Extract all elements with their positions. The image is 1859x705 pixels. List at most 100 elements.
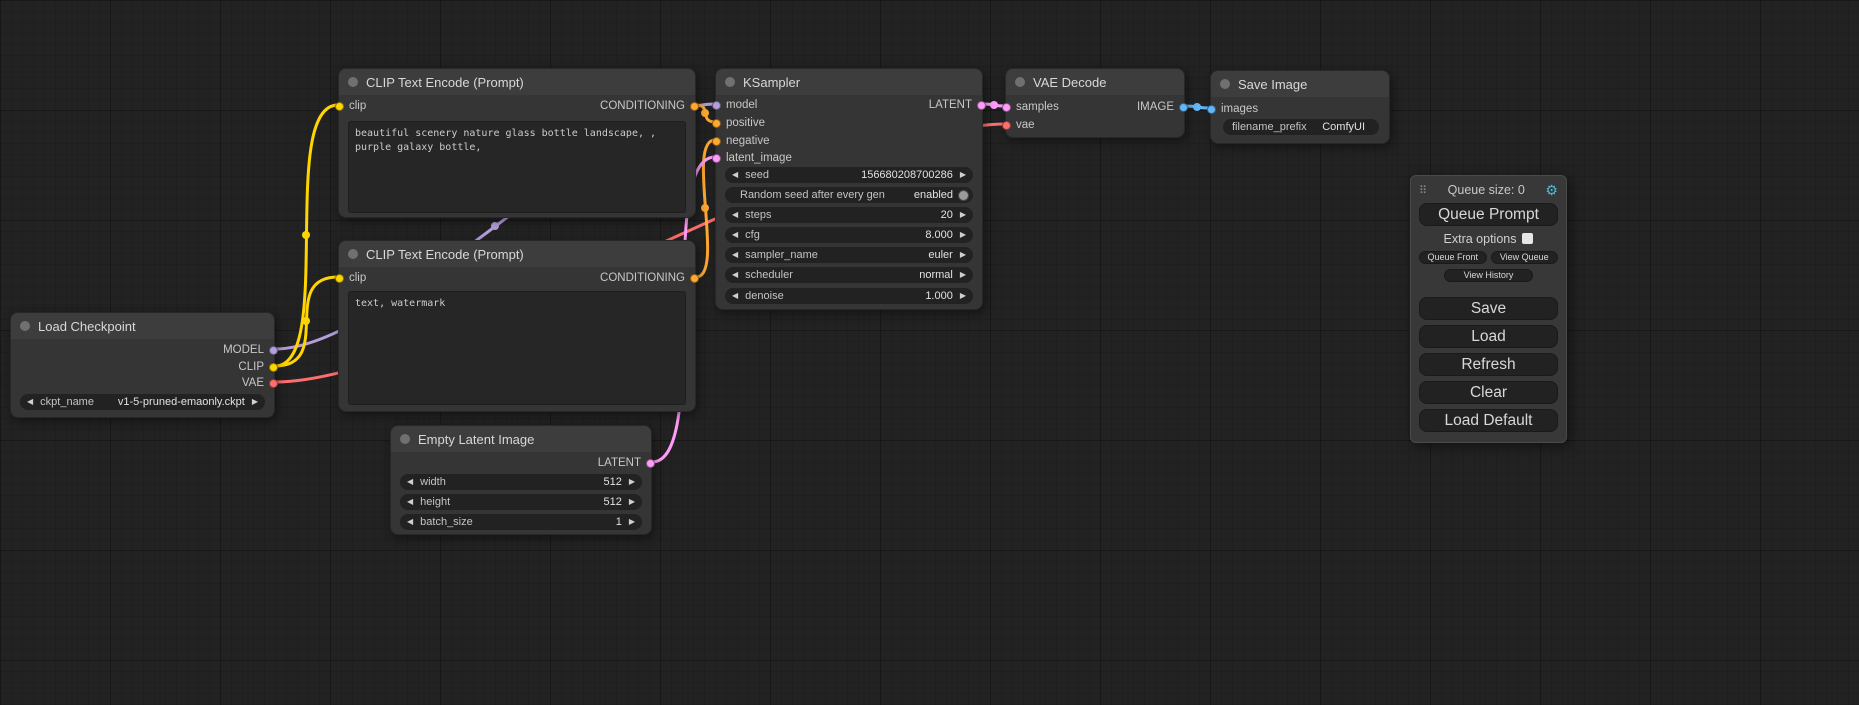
clip-port-icon[interactable] [335, 102, 344, 111]
output-slot-clip[interactable]: CLIP [238, 360, 278, 374]
widget-steps[interactable]: ◀ steps 20 ▶ [725, 207, 973, 223]
prompt-text-input[interactable]: text, watermark [348, 291, 686, 405]
output-slot-model[interactable]: MODEL [223, 343, 278, 357]
node-empty-latent-image[interactable]: Empty Latent Image LATENT ◀ width 512 ▶ … [390, 425, 652, 535]
view-history-button[interactable]: View History [1444, 269, 1533, 282]
settings-gear-icon[interactable]: ⚙ [1545, 182, 1558, 199]
increment-arrow-icon[interactable]: ▶ [960, 211, 966, 219]
input-slot-negative[interactable]: negative [712, 134, 769, 148]
increment-arrow-icon[interactable]: ▶ [629, 498, 635, 506]
decrement-arrow-icon[interactable]: ◀ [407, 498, 413, 506]
node-ksampler[interactable]: KSampler model positive negative latent_… [715, 68, 983, 310]
clip-port-icon[interactable] [269, 363, 278, 372]
increment-arrow-icon[interactable]: ▶ [960, 231, 966, 239]
increment-arrow-icon[interactable]: ▶ [629, 478, 635, 486]
node-title-bar[interactable]: KSampler [716, 69, 982, 95]
widget-batch-size[interactable]: ◀ batch_size 1 ▶ [400, 514, 642, 530]
output-slot-latent[interactable]: LATENT [929, 98, 986, 112]
node-clip-text-encode-positive[interactable]: CLIP Text Encode (Prompt) clip CONDITION… [338, 68, 696, 218]
load-default-button[interactable]: Load Default [1419, 409, 1558, 432]
collapse-dot-icon[interactable] [400, 434, 410, 444]
input-slot-vae[interactable]: vae [1002, 118, 1035, 132]
widget-cfg[interactable]: ◀ cfg 8.000 ▶ [725, 227, 973, 243]
decrement-arrow-icon[interactable]: ◀ [732, 292, 738, 300]
widget-width[interactable]: ◀ width 512 ▶ [400, 474, 642, 490]
input-slot-positive[interactable]: positive [712, 116, 765, 130]
output-slot-image[interactable]: IMAGE [1137, 100, 1188, 114]
toggle-ball-icon[interactable] [958, 190, 969, 201]
widget-height[interactable]: ◀ height 512 ▶ [400, 494, 642, 510]
node-clip-text-encode-negative[interactable]: CLIP Text Encode (Prompt) clip CONDITION… [338, 240, 696, 412]
model-port-icon[interactable] [269, 346, 278, 355]
widget-denoise[interactable]: ◀ denoise 1.000 ▶ [725, 288, 973, 304]
collapse-dot-icon[interactable] [725, 77, 735, 87]
widget-seed[interactable]: ◀ seed 156680208700286 ▶ [725, 167, 973, 183]
extra-options-checkbox[interactable] [1522, 233, 1533, 244]
input-slot-clip[interactable]: clip [335, 99, 366, 113]
node-title-bar[interactable]: Load Checkpoint [11, 313, 274, 339]
queue-front-button[interactable]: Queue Front [1419, 251, 1487, 264]
widget-filename-prefix[interactable]: filename_prefix ComfyUI [1223, 119, 1379, 135]
widget-scheduler[interactable]: ◀ scheduler normal ▶ [725, 267, 973, 283]
output-slot-vae[interactable]: VAE [242, 376, 278, 390]
view-queue-button[interactable]: View Queue [1491, 251, 1559, 264]
collapse-dot-icon[interactable] [20, 321, 30, 331]
input-slot-images[interactable]: images [1207, 102, 1258, 116]
increment-arrow-icon[interactable]: ▶ [629, 518, 635, 526]
increment-arrow-icon[interactable]: ▶ [960, 251, 966, 259]
increment-arrow-icon[interactable]: ▶ [960, 171, 966, 179]
decrement-arrow-icon[interactable]: ◀ [732, 231, 738, 239]
prompt-text-input[interactable]: beautiful scenery nature glass bottle la… [348, 121, 686, 213]
node-title-bar[interactable]: CLIP Text Encode (Prompt) [339, 69, 695, 95]
node-vae-decode[interactable]: VAE Decode samples vae IMAGE [1005, 68, 1185, 138]
clip-port-icon[interactable] [335, 274, 344, 283]
drag-handle-icon[interactable]: ⠿ [1419, 184, 1427, 197]
decrement-arrow-icon[interactable]: ◀ [27, 398, 33, 406]
image-port-icon[interactable] [1179, 103, 1188, 112]
collapse-dot-icon[interactable] [1015, 77, 1025, 87]
vae-port-icon[interactable] [269, 379, 278, 388]
save-workflow-button[interactable]: Save [1419, 297, 1558, 320]
input-slot-samples[interactable]: samples [1002, 100, 1059, 114]
queue-prompt-button[interactable]: Queue Prompt [1419, 203, 1558, 226]
refresh-button[interactable]: Refresh [1419, 353, 1558, 376]
decrement-arrow-icon[interactable]: ◀ [732, 171, 738, 179]
input-slot-clip[interactable]: clip [335, 271, 366, 285]
collapse-dot-icon[interactable] [1220, 79, 1230, 89]
model-port-icon[interactable] [712, 101, 721, 110]
image-port-icon[interactable] [1207, 105, 1216, 114]
input-slot-model[interactable]: model [712, 98, 757, 112]
latent-port-icon[interactable] [712, 154, 721, 163]
increment-arrow-icon[interactable]: ▶ [252, 398, 258, 406]
decrement-arrow-icon[interactable]: ◀ [407, 518, 413, 526]
clear-button[interactable]: Clear [1419, 381, 1558, 404]
collapse-dot-icon[interactable] [348, 249, 358, 259]
node-title-bar[interactable]: VAE Decode [1006, 69, 1184, 95]
latent-port-icon[interactable] [1002, 103, 1011, 112]
widget-random-seed-toggle[interactable]: Random seed after every gen enabled [725, 187, 973, 203]
conditioning-port-icon[interactable] [690, 102, 699, 111]
vae-port-icon[interactable] [1002, 121, 1011, 130]
output-slot-conditioning[interactable]: CONDITIONING [600, 99, 699, 113]
output-slot-latent[interactable]: LATENT [598, 456, 655, 470]
output-slot-conditioning[interactable]: CONDITIONING [600, 271, 699, 285]
collapse-dot-icon[interactable] [348, 77, 358, 87]
node-title-bar[interactable]: CLIP Text Encode (Prompt) [339, 241, 695, 267]
increment-arrow-icon[interactable]: ▶ [960, 292, 966, 300]
widget-ckpt-name[interactable]: ◀ ckpt_name v1-5-pruned-emaonly.ckpt ▶ [20, 394, 265, 410]
load-workflow-button[interactable]: Load [1419, 325, 1558, 348]
latent-port-icon[interactable] [977, 101, 986, 110]
widget-sampler-name[interactable]: ◀ sampler_name euler ▶ [725, 247, 973, 263]
increment-arrow-icon[interactable]: ▶ [960, 271, 966, 279]
decrement-arrow-icon[interactable]: ◀ [732, 251, 738, 259]
node-load-checkpoint[interactable]: Load Checkpoint MODEL CLIP VAE ◀ ckpt_na… [10, 312, 275, 418]
conditioning-port-icon[interactable] [690, 274, 699, 283]
decrement-arrow-icon[interactable]: ◀ [732, 211, 738, 219]
input-slot-latent-image[interactable]: latent_image [712, 151, 792, 165]
conditioning-port-icon[interactable] [712, 119, 721, 128]
latent-port-icon[interactable] [646, 459, 655, 468]
conditioning-port-icon[interactable] [712, 137, 721, 146]
node-title-bar[interactable]: Empty Latent Image [391, 426, 651, 452]
node-save-image[interactable]: Save Image images filename_prefix ComfyU… [1210, 70, 1390, 144]
decrement-arrow-icon[interactable]: ◀ [407, 478, 413, 486]
